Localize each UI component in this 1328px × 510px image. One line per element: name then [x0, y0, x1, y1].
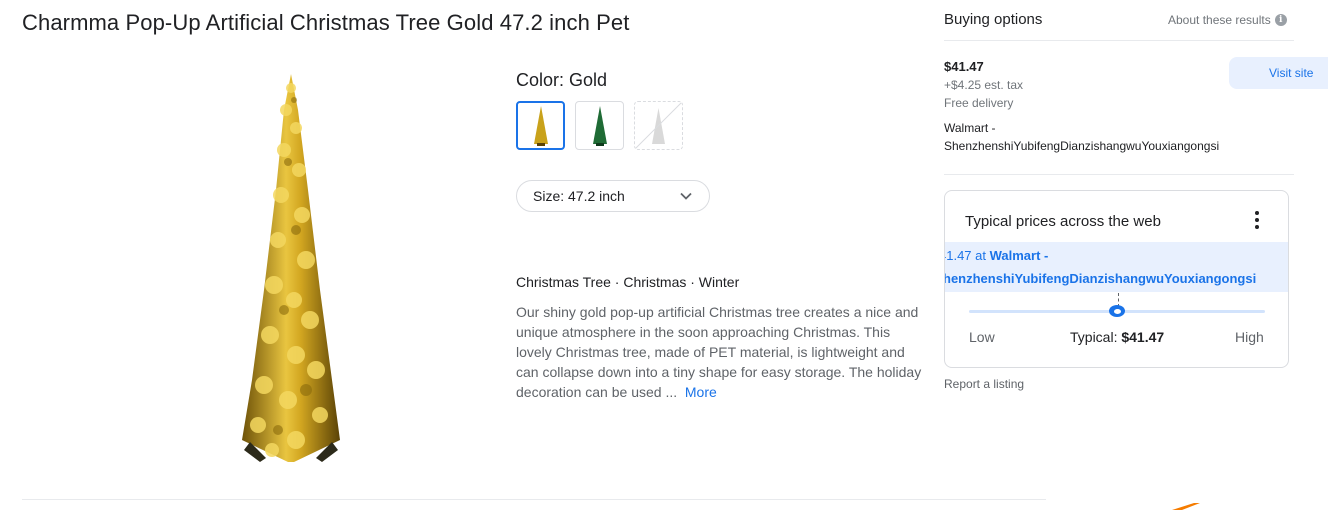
swatch-gold[interactable] — [516, 101, 565, 150]
about-results-label: About these results — [1168, 13, 1271, 27]
size-select-label: Size: 47.2 inch — [533, 188, 625, 204]
divider — [22, 499, 1046, 500]
slider-marker-icon[interactable] — [1109, 305, 1125, 317]
offer-delivery: Free delivery — [944, 96, 1014, 110]
about-results-link[interactable]: About these results i — [1168, 13, 1287, 27]
range-high-label: High — [1235, 329, 1264, 345]
tooltip-price: 41.47 at — [944, 248, 990, 263]
info-icon: i — [1274, 14, 1287, 26]
color-label: Color: Gold — [516, 70, 608, 90]
tooltip-line-1: 41.47 at Walmart - — [944, 248, 1049, 263]
gold-tree-thumb-icon — [533, 105, 548, 146]
product-title: Charmma Pop-Up Artificial Christmas Tree… — [22, 10, 630, 35]
gold-tree-image — [242, 74, 340, 462]
typical-prices-card: Typical prices across the web 41.47 at W… — [944, 190, 1289, 368]
white-tree-thumb-icon — [635, 102, 682, 149]
divider — [944, 40, 1294, 41]
description-text: Our shiny gold pop-up artificial Christm… — [516, 304, 922, 400]
offer-price: $41.47 — [944, 59, 984, 74]
product-tags: Christmas Tree · Christmas · Winter — [516, 274, 740, 290]
more-vert-icon[interactable] — [1251, 211, 1263, 229]
visit-site-button[interactable]: Visit site — [1229, 57, 1328, 89]
product-description: Our shiny gold pop-up artificial Christm… — [516, 302, 928, 402]
product-image[interactable] — [236, 70, 346, 466]
swatch-green[interactable] — [575, 101, 624, 150]
orange-accent-shape — [1172, 503, 1200, 510]
more-link[interactable]: More — [685, 384, 717, 400]
divider — [944, 174, 1294, 175]
typical-prices-title: Typical prices across the web — [965, 213, 1161, 230]
swatch-white[interactable] — [634, 101, 683, 150]
typical-label: Typical: — [1070, 329, 1122, 345]
buying-options-title: Buying options — [944, 11, 1043, 28]
color-swatches — [516, 101, 683, 150]
size-select[interactable]: Size: 47.2 inch — [516, 180, 710, 212]
range-low-label: Low — [969, 329, 995, 345]
range-typical-label: Typical: $41.47 — [1070, 329, 1164, 345]
chevron-down-icon — [680, 192, 692, 200]
typical-value: $41.47 — [1121, 329, 1165, 345]
price-tooltip: 41.47 at Walmart - henzhenshiYubifengDia… — [944, 242, 1288, 292]
tooltip-line-2: henzhenshiYubifengDianzishangwuYouxiango… — [944, 271, 1257, 286]
green-tree-thumb-icon — [592, 105, 607, 146]
tooltip-store: Walmart - — [989, 248, 1049, 263]
seller-line-1: Walmart - — [944, 121, 996, 135]
seller-line-2: ShenzhenshiYubifengDianzishangwuYouxiang… — [944, 139, 1220, 153]
offer-tax: +$4.25 est. tax — [944, 78, 1024, 92]
report-listing-link[interactable]: Report a listing — [944, 377, 1024, 391]
offer-seller: Walmart - ShenzhenshiYubifengDianzishang… — [944, 119, 1219, 155]
